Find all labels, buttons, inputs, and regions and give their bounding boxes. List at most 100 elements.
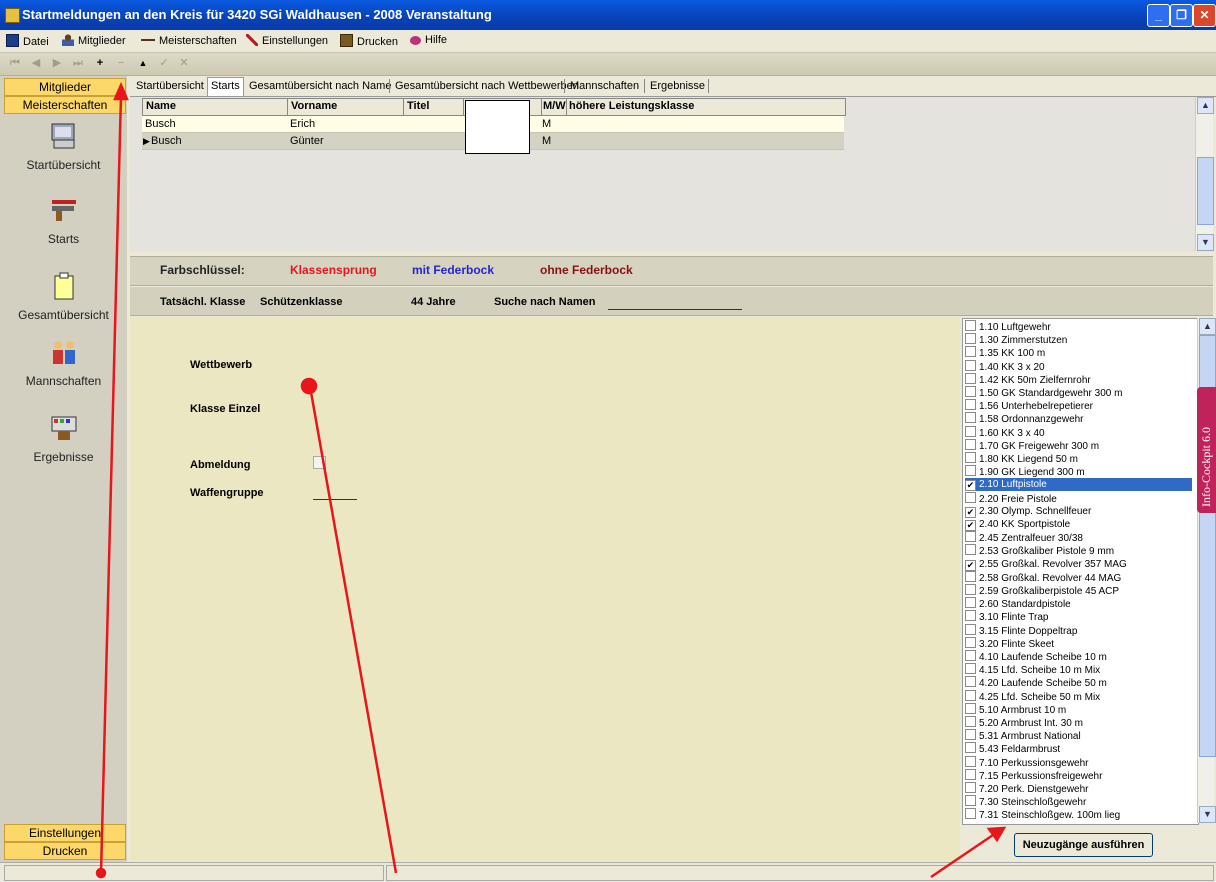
competition-list-item[interactable]: 1.42 KK 50m Zielfernrohr xyxy=(965,372,1192,386)
competition-list-item[interactable]: 1.56 Unterhebelrepetierer xyxy=(965,399,1192,412)
first-record-button[interactable]: ⏮ xyxy=(8,56,22,70)
competition-checkbox[interactable] xyxy=(965,399,976,411)
competition-checkbox[interactable] xyxy=(965,359,976,371)
competition-checkbox[interactable] xyxy=(965,465,976,477)
menu-hilfe[interactable]: Hilfe xyxy=(410,34,447,46)
competition-list-item[interactable]: 2.53 Großkaliber Pistole 9 mm xyxy=(965,544,1192,557)
competition-checkbox[interactable] xyxy=(965,610,976,622)
competition-checkbox[interactable] xyxy=(965,333,976,345)
sidebar-item-gesamtuebersicht[interactable]: Gesamtübersicht xyxy=(0,270,127,322)
competition-list-item[interactable]: 3.20 Flinte Skeet xyxy=(965,636,1192,650)
competition-checkbox[interactable]: ✔ xyxy=(965,520,976,531)
next-record-button[interactable]: ▶ xyxy=(50,56,64,70)
competition-checkbox[interactable] xyxy=(965,412,976,424)
search-input[interactable] xyxy=(608,309,742,310)
scroll-up-arrow[interactable]: ▲ xyxy=(1197,97,1214,114)
competition-checkbox[interactable] xyxy=(965,386,976,397)
competition-checkbox[interactable] xyxy=(965,755,976,767)
scroll-down-arrow[interactable]: ▼ xyxy=(1199,806,1216,823)
competition-list-item[interactable]: 2.59 Großkaliberpistole 45 ACP xyxy=(965,584,1192,597)
column-titel[interactable]: Titel xyxy=(407,100,429,112)
post-record-button[interactable]: ✓ xyxy=(157,56,171,70)
competition-checkbox[interactable] xyxy=(965,544,976,556)
competition-list-item[interactable]: 7.20 Perk. Dienstgewehr xyxy=(965,782,1192,795)
tab-gesamtuebersicht-name[interactable]: Gesamtübersicht nach Name xyxy=(246,78,394,95)
competition-checkbox[interactable] xyxy=(965,597,976,609)
competition-list-item[interactable]: 7.10 Perkussionsgewehr xyxy=(965,755,1192,769)
sidebar-item-ergebnisse[interactable]: Ergebnisse xyxy=(0,412,127,464)
competition-checkbox[interactable] xyxy=(965,676,976,688)
sidebar-item-starts[interactable]: Starts xyxy=(0,194,127,246)
competition-list-item[interactable]: 1.60 KK 3 x 40 xyxy=(965,425,1192,439)
competition-list-item[interactable]: 1.30 Zimmerstutzen xyxy=(965,333,1192,346)
sidebar-einstellungen-button[interactable]: Einstellungen xyxy=(4,824,126,842)
competition-checkbox[interactable] xyxy=(965,346,976,358)
competition-list-item[interactable]: 5.10 Armbrust 10 m xyxy=(965,702,1192,716)
competition-list-item[interactable]: 7.31 Steinschloßgew. 100m lieg xyxy=(965,808,1192,821)
info-cockpit-tab[interactable]: Info-Cockpit 6.0 xyxy=(1197,387,1216,513)
competition-list-item[interactable]: 1.10 Luftgewehr xyxy=(965,320,1192,333)
competition-checkbox[interactable] xyxy=(965,716,976,727)
sidebar-item-mannschaften[interactable]: Mannschaften xyxy=(0,336,127,388)
close-button[interactable]: ✕ xyxy=(1193,4,1216,27)
sidebar-mitglieder-button[interactable]: Mitglieder xyxy=(4,78,126,96)
menu-meisterschaften[interactable]: Meisterschaften xyxy=(141,34,237,47)
abmeldung-checkbox[interactable] xyxy=(313,456,326,469)
maximize-button[interactable]: ❐ xyxy=(1170,4,1193,27)
competition-list-item[interactable]: 1.80 KK Liegend 50 m xyxy=(965,452,1192,465)
competition-checkbox[interactable] xyxy=(965,808,976,820)
competition-list-item[interactable]: 3.10 Flinte Trap xyxy=(965,610,1192,623)
competition-checkbox[interactable] xyxy=(965,425,976,437)
column-mw[interactable]: M/W xyxy=(543,100,566,112)
competition-checkbox[interactable] xyxy=(965,702,976,714)
competition-list-item[interactable]: 1.40 KK 3 x 20 xyxy=(965,359,1192,373)
competition-list-item[interactable]: 2.20 Freie Pistole xyxy=(965,491,1192,505)
competition-list-item[interactable]: 5.43 Feldarmbrust xyxy=(965,742,1192,755)
competition-checkbox[interactable] xyxy=(965,782,976,793)
competition-list-item[interactable]: 2.58 Großkal. Revolver 44 MAG xyxy=(965,570,1192,584)
competition-checkbox[interactable]: ✔ xyxy=(965,559,976,571)
menu-drucken[interactable]: Drucken xyxy=(340,34,398,48)
competition-checkbox[interactable]: ✔ xyxy=(965,480,976,492)
competition-checkbox[interactable] xyxy=(965,570,976,582)
sidebar-meisterschaften-button[interactable]: Meisterschaften xyxy=(4,96,126,114)
competition-checkbox[interactable] xyxy=(965,372,976,384)
column-vorname[interactable]: Vorname xyxy=(291,100,337,112)
cancel-record-button[interactable]: ✕ xyxy=(177,56,191,70)
competition-checkbox[interactable] xyxy=(965,650,976,661)
edit-record-button[interactable]: ▲ xyxy=(136,56,150,70)
competition-list-item[interactable]: 3.15 Flinte Doppeltrap xyxy=(965,623,1192,637)
competition-checkbox[interactable] xyxy=(965,623,976,635)
competition-list-item[interactable]: 7.30 Steinschloßgewehr xyxy=(965,795,1192,808)
competition-list-item[interactable]: 4.20 Laufende Scheibe 50 m xyxy=(965,676,1192,689)
sidebar-drucken-button[interactable]: Drucken xyxy=(4,842,126,860)
competition-list-item[interactable]: 1.90 GK Liegend 300 m xyxy=(965,465,1192,478)
competition-list-item[interactable]: ✔ 2.30 Olymp. Schnellfeuer xyxy=(965,505,1192,518)
tab-ergebnisse[interactable]: Ergebnisse xyxy=(647,78,708,95)
last-record-button[interactable]: ⏭ xyxy=(71,56,85,70)
competition-list-item[interactable]: 1.58 Ordonnanzgewehr xyxy=(965,412,1192,425)
tab-mannschaften[interactable]: Mannschaften xyxy=(567,78,642,95)
scroll-up-arrow[interactable]: ▲ xyxy=(1199,318,1216,335)
competition-checkbox[interactable]: ✔ xyxy=(965,506,976,518)
neuzugaenge-ausfuehren-button[interactable]: Neuzugänge ausführen xyxy=(1014,833,1153,857)
tab-starts[interactable]: Starts xyxy=(207,77,244,96)
competition-checkbox[interactable] xyxy=(965,729,976,741)
competition-checkbox[interactable] xyxy=(965,584,976,595)
competition-checkbox[interactable] xyxy=(965,438,976,450)
competition-list-item[interactable]: 1.50 GK Standardgewehr 300 m xyxy=(965,386,1192,399)
competition-list-item[interactable]: 4.15 Lfd. Scheibe 10 m Mix xyxy=(965,663,1192,676)
competition-list-item[interactable]: 1.35 KK 100 m xyxy=(965,346,1192,359)
tab-gesamtuebersicht-wettbewerbe[interactable]: Gesamtübersicht nach Wettbewerben xyxy=(392,78,582,95)
competition-list-item[interactable]: 4.10 Laufende Scheibe 10 m xyxy=(965,650,1192,663)
column-hoehere-leistungsklasse[interactable]: höhere Leistungsklasse xyxy=(569,100,694,112)
scroll-thumb[interactable] xyxy=(1197,157,1214,225)
delete-record-button[interactable]: − xyxy=(114,56,128,70)
competition-checkbox[interactable] xyxy=(965,452,976,463)
scroll-down-arrow[interactable]: ▼ xyxy=(1197,234,1214,251)
competition-checkbox[interactable] xyxy=(965,768,976,780)
tab-startuebersicht[interactable]: Startübersicht xyxy=(133,78,207,95)
competition-list-item[interactable]: 7.15 Perkussionsfreigewehr xyxy=(965,768,1192,782)
minimize-button[interactable]: _ xyxy=(1147,4,1170,27)
competition-list-item[interactable]: 1.70 GK Freigewehr 300 m xyxy=(965,438,1192,452)
